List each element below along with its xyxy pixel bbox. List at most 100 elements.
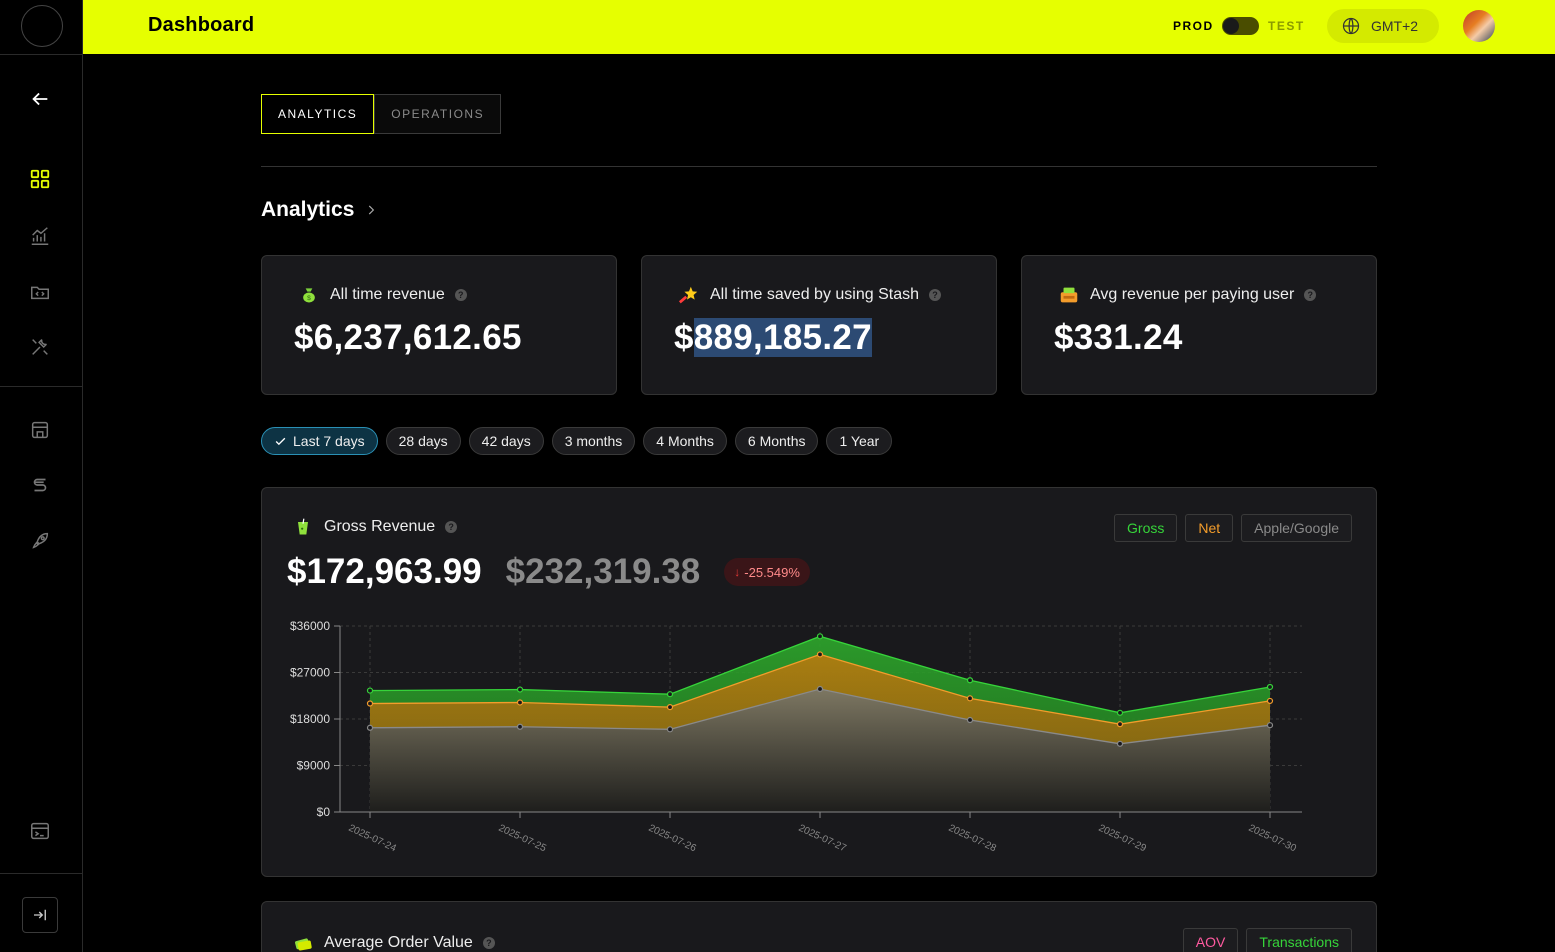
y-tick-label: $27000	[290, 666, 330, 680]
gross-series-point	[666, 691, 674, 698]
y-tick-label: $9000	[297, 759, 331, 773]
help-icon[interactable]: ?	[929, 289, 941, 301]
stat-card-all-time-revenue: $ All time revenue ? $6,237,612.65	[261, 255, 617, 395]
gross-series-point	[1266, 683, 1274, 691]
filter-4-months[interactable]: 4 Months	[643, 427, 727, 455]
net-series-point	[516, 699, 524, 706]
net-series-point	[1116, 721, 1124, 728]
page-title: Dashboard	[148, 14, 255, 36]
chart-title: Average Order Value	[324, 934, 473, 951]
gross-series-point	[366, 687, 374, 694]
timezone-label: GMT+2	[1371, 18, 1419, 34]
chevron-right-icon	[369, 205, 375, 215]
top-header: Dashboard PROD TEST GMT+2	[83, 0, 1555, 54]
timezone-selector[interactable]: GMT+2	[1327, 9, 1439, 43]
collapse-sidebar-button[interactable]	[22, 897, 58, 933]
svg-text:$: $	[307, 295, 311, 302]
apple-google-series-point	[516, 723, 524, 730]
filter-label: Last 7 days	[293, 433, 365, 449]
gross-series-point	[966, 677, 974, 684]
filter-28-days[interactable]: 28 days	[385, 427, 461, 455]
gross-revenue-chart: $0 $9000 $18000 $27000 $36000 2025-07-24 2025-…	[290, 619, 1302, 855]
user-avatar[interactable]	[1463, 10, 1495, 42]
help-icon[interactable]: ?	[482, 937, 495, 949]
x-tick-label: 2025-07-30	[1247, 823, 1298, 855]
help-icon[interactable]: ?	[1304, 289, 1317, 301]
y-tick-label: $36000	[290, 619, 330, 633]
tab-analytics[interactable]: ANALYTICS	[261, 94, 375, 134]
net-series-point	[1266, 697, 1274, 705]
stat-label: All time saved by using Stash	[710, 286, 919, 303]
stat-value: $331.24	[1054, 318, 1183, 357]
apple-google-series-point	[966, 716, 974, 724]
gross-series-point	[816, 633, 824, 640]
sidebar-divider	[0, 54, 82, 55]
env-prod-label: PROD	[1173, 19, 1214, 33]
analytics-section-link[interactable]: Analytics	[261, 198, 378, 222]
apple-google-series-point	[816, 685, 824, 693]
x-tick-label: 2025-07-26	[647, 823, 698, 855]
x-tick-label: 2025-07-27	[797, 823, 848, 855]
stat-card-saved-by-stash: All time saved by using Stash ? $889,185…	[641, 255, 997, 395]
stat-value-selected: 889,185.27	[693, 318, 872, 357]
dashboard-grid-icon[interactable]	[28, 167, 52, 191]
net-series-point	[366, 700, 374, 707]
tools-icon[interactable]	[28, 335, 52, 359]
net-series-point	[966, 695, 974, 702]
gross-series-point	[1116, 709, 1124, 716]
money-bag-icon: $	[298, 284, 320, 306]
x-tick-label: 2025-07-24	[347, 823, 398, 855]
apple-google-series-point	[366, 724, 374, 731]
env-test-label: TEST	[1268, 19, 1305, 33]
stat-value: $6,237,612.65	[294, 318, 522, 357]
back-arrow-icon[interactable]	[28, 87, 52, 111]
filter-3-months[interactable]: 3 months	[551, 427, 636, 455]
expand-icon	[34, 909, 46, 921]
check-icon	[275, 437, 286, 445]
rocket-icon[interactable]	[28, 529, 52, 553]
stash-logo-icon[interactable]	[28, 473, 52, 497]
gross-series-point	[516, 686, 524, 693]
average-order-value-card: Average Order Value ? AOV Transactions	[261, 901, 1377, 952]
gross-revenue-card: Gross Revenue ? Gross Net Apple/Google $…	[261, 487, 1377, 877]
sidebar-divider	[0, 873, 82, 874]
apple-google-series-point	[1116, 740, 1124, 747]
terminal-icon[interactable]	[28, 819, 52, 843]
x-tick-label: 2025-07-28	[947, 823, 998, 855]
time-range-filters: Last 7 days 28 days 42 days 3 months 4 M…	[261, 427, 893, 455]
section-title: Analytics	[261, 198, 355, 221]
divider	[261, 166, 1377, 167]
stat-label: Avg revenue per paying user	[1090, 286, 1295, 303]
globe-icon	[1342, 17, 1360, 35]
x-tick-label: 2025-07-29	[1097, 823, 1148, 855]
code-folder-icon[interactable]	[28, 280, 52, 304]
filter-42-days[interactable]: 42 days	[468, 427, 544, 455]
analytics-chart-icon[interactable]	[28, 224, 52, 248]
filter-last-7-days[interactable]: Last 7 days	[261, 427, 378, 455]
net-series-point	[816, 651, 824, 658]
series-toggles: AOV Transactions	[1182, 928, 1352, 952]
cash-icon	[292, 932, 314, 952]
environment-toggle[interactable]	[1222, 17, 1259, 35]
stat-label: All time revenue	[330, 286, 445, 303]
toggle-aov[interactable]: AOV	[1182, 928, 1239, 952]
apple-google-series-point	[666, 726, 674, 733]
stat-value: $889,185.27	[674, 318, 872, 358]
stat-card-avg-revenue: Avg revenue per paying user ? $331.24	[1021, 255, 1377, 395]
cash-register-icon	[1058, 284, 1080, 306]
store-icon[interactable]	[28, 418, 52, 442]
filter-6-months[interactable]: 6 Months	[734, 427, 819, 455]
toggle-transactions[interactable]: Transactions	[1246, 928, 1352, 952]
filter-1-year[interactable]: 1 Year	[826, 427, 893, 455]
tab-operations[interactable]: OPERATIONS	[374, 94, 502, 134]
x-tick-label: 2025-07-25	[497, 823, 548, 855]
star-icon	[678, 284, 700, 306]
y-tick-label: $18000	[290, 712, 330, 726]
sidebar-divider	[0, 386, 82, 387]
logo[interactable]	[21, 5, 63, 47]
stat-value-prefix: $	[674, 318, 694, 357]
help-icon[interactable]: ?	[454, 289, 467, 301]
sidebar	[0, 0, 83, 952]
y-tick-label: $0	[317, 805, 331, 819]
net-series-point	[666, 704, 674, 711]
